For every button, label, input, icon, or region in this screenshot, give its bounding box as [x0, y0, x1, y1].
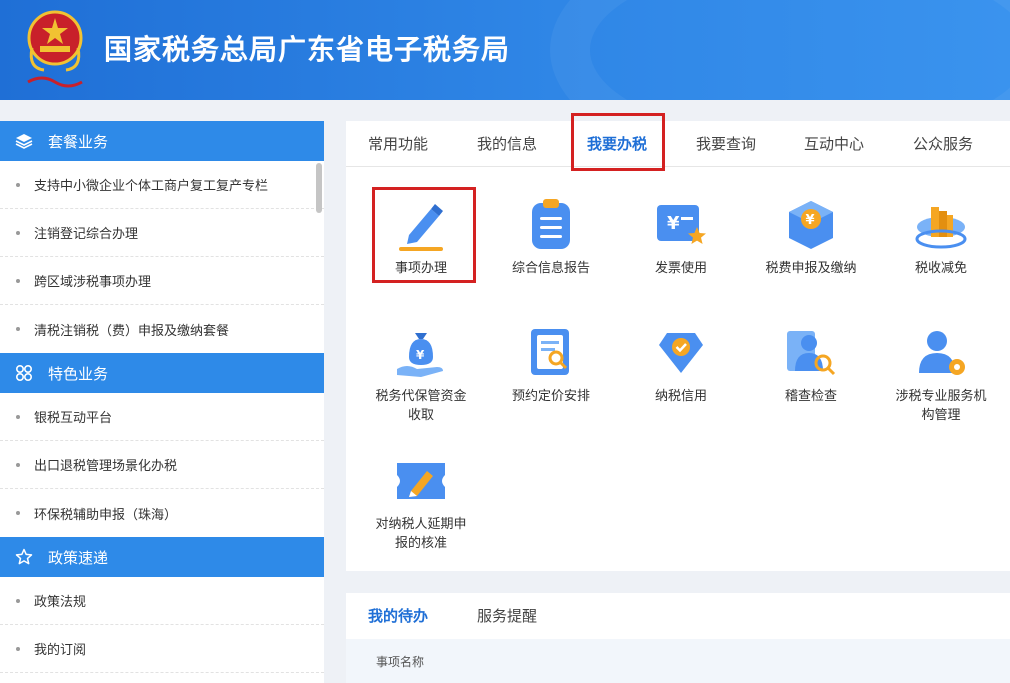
- sidebar-item-label: 我的订阅: [34, 643, 87, 658]
- agent-gear-icon: [919, 331, 965, 375]
- sidebar-item[interactable]: 政策法规: [0, 577, 324, 625]
- pencil-icon: [399, 204, 443, 251]
- sidebar-item[interactable]: 注销登记综合办理: [0, 209, 324, 257]
- tile-pricing-arrangement[interactable]: 预约定价安排: [486, 325, 616, 406]
- sidebar-section-title: 套餐业务: [48, 132, 109, 151]
- tile-tax-relief[interactable]: 税收减免: [876, 197, 1006, 278]
- tax-box-icon: ¥: [789, 201, 833, 249]
- inspector-icon: [787, 331, 836, 376]
- tile-label: 对纳税人延期申 报的核准: [375, 517, 467, 551]
- sidebar-section-policy[interactable]: 政策速递: [0, 537, 324, 577]
- sidebar-item-label: 跨区域涉税事项办理: [34, 275, 152, 290]
- tab-query[interactable]: 我要查询: [696, 121, 756, 167]
- bullet-dot: [16, 230, 20, 235]
- svg-text:¥: ¥: [416, 348, 425, 362]
- tile-label: 涉税专业服务机 构管理: [895, 389, 987, 423]
- tab-handle-tax[interactable]: 我要办税: [587, 121, 647, 167]
- todo-table-header: 事项名称: [346, 639, 1010, 683]
- tax-emblem-icon: [27, 10, 83, 88]
- tile-label: 纳税信用: [654, 389, 707, 404]
- tile-label: 预约定价安排: [511, 389, 590, 404]
- tile-inspection[interactable]: 稽查检查: [746, 325, 876, 406]
- bullet-dot: [16, 598, 20, 603]
- sidebar-item-label: 清税注销税（费）申报及缴纳套餐: [34, 323, 230, 339]
- svg-text:¥: ¥: [806, 213, 815, 228]
- sidebar-item[interactable]: 清税注销税（费）申报及缴纳套餐: [0, 305, 324, 353]
- sidebar-item-label: 环保税辅助申报（珠海）: [34, 507, 178, 523]
- tab-bar: 常用功能 我的信息 我要办税 我要查询 互动中心 公众服务: [346, 121, 1010, 167]
- tile-tax-declaration[interactable]: ¥ 税费申报及缴纳: [746, 197, 876, 278]
- tile-info-report[interactable]: 综合信息报告: [486, 197, 616, 278]
- site-header: 国家税务总局广东省电子税务局: [0, 0, 1010, 100]
- tile-service-agency[interactable]: 涉税专业服务机 构管理: [876, 325, 1006, 425]
- bullet-dot: [16, 278, 20, 283]
- bullet-dot: [16, 646, 20, 651]
- tile-deferred-declaration[interactable]: 对纳税人延期申 报的核准: [356, 453, 486, 553]
- tab-public-service[interactable]: 公众服务: [913, 121, 973, 167]
- shield-check-icon: [659, 333, 703, 373]
- sidebar-section-title: 政策速递: [48, 548, 109, 567]
- sidebar-item[interactable]: 支持中小微企业个体工商户复工复产专栏: [0, 161, 324, 209]
- tab-my-info[interactable]: 我的信息: [477, 121, 537, 167]
- tab-interaction[interactable]: 互动中心: [804, 121, 864, 167]
- tile-label: 稽查检查: [784, 389, 837, 404]
- sidebar-item[interactable]: 银税互动平台: [0, 393, 324, 441]
- coins-icon: [915, 207, 967, 249]
- tab-common[interactable]: 常用功能: [368, 121, 428, 167]
- svg-text:¥: ¥: [667, 213, 680, 234]
- sidebar-item-label: 注销登记综合办理: [34, 227, 139, 242]
- sidebar-item-label: 出口退税管理场景化办税: [34, 459, 178, 474]
- sidebar-item[interactable]: 我的订阅: [0, 625, 324, 673]
- tile-label: 税务代保管资金 收取: [375, 389, 467, 423]
- money-bag-icon: ¥: [397, 333, 443, 377]
- bullet-dot: [16, 462, 20, 467]
- sidebar: 套餐业务 支持中小微企业个体工商户复工复产专栏 注销登记综合办理 跨区域涉税事项…: [0, 121, 324, 683]
- sidebar-item-label: 银税互动平台: [34, 411, 113, 426]
- bullet-dot: [16, 511, 20, 515]
- document-search-icon: [531, 329, 569, 375]
- bullet-dot: [16, 182, 20, 187]
- column-header-item-name: 事项名称: [376, 655, 425, 669]
- grid-icon: [14, 363, 34, 383]
- tile-label: 税收减免: [914, 261, 967, 276]
- sidebar-item-label: 政策法规: [34, 595, 87, 610]
- invoice-icon: ¥: [657, 205, 706, 244]
- tile-label: 发票使用: [654, 261, 707, 276]
- sidebar-section-featured[interactable]: 特色业务: [0, 353, 324, 393]
- tab-my-todo[interactable]: 我的待办: [368, 593, 428, 639]
- sidebar-item[interactable]: 跨区域涉税事项办理: [0, 257, 324, 305]
- tile-invoice[interactable]: ¥ 发票使用: [616, 197, 746, 278]
- ticket-pencil-icon: [397, 463, 445, 499]
- sidebar-section-package[interactable]: 套餐业务: [0, 121, 324, 161]
- tile-label: 税费申报及缴纳: [765, 261, 857, 276]
- tile-matter-handling[interactable]: 事项办理: [356, 197, 486, 278]
- header-decoration: [550, 0, 1010, 100]
- star-icon: [14, 547, 34, 567]
- tab-service-reminder[interactable]: 服务提醒: [477, 593, 537, 639]
- sidebar-scrollbar[interactable]: [316, 163, 322, 213]
- tile-tax-credit[interactable]: 纳税信用: [616, 325, 746, 406]
- sidebar-item[interactable]: 出口退税管理场景化办税: [0, 441, 324, 489]
- sidebar-section-title: 特色业务: [48, 364, 109, 383]
- clipboard-icon: [532, 199, 570, 249]
- tile-custody-funds[interactable]: ¥ 税务代保管资金 收取: [356, 325, 486, 425]
- site-title: 国家税务总局广东省电子税务局: [104, 33, 511, 66]
- todo-panel: 我的待办 服务提醒 事项名称: [346, 593, 1010, 683]
- tile-label: 事项办理: [394, 261, 447, 276]
- sidebar-item[interactable]: 环保税辅助申报（珠海）: [0, 489, 324, 537]
- sidebar-item-label: 支持中小微企业个体工商户复工复产专栏: [34, 179, 269, 194]
- main-panel: 常用功能 我的信息 我要办税 我要查询 互动中心 公众服务 事项办理 综合信息报…: [346, 121, 1010, 571]
- layers-icon: [14, 131, 34, 151]
- bullet-dot: [16, 414, 20, 419]
- bullet-dot: [16, 327, 20, 331]
- tile-label: 综合信息报告: [511, 261, 590, 276]
